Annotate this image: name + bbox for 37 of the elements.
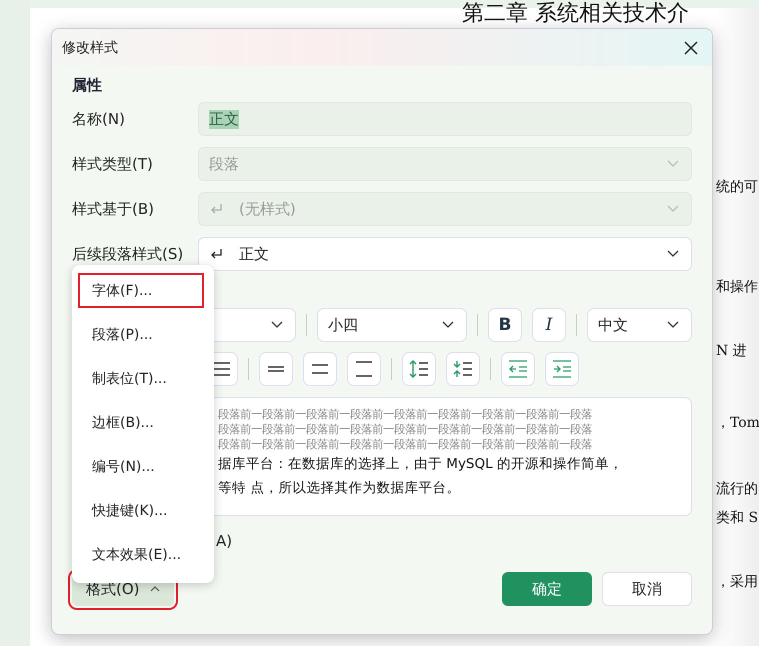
menu-item[interactable]: 文本效果(E)... [78, 537, 204, 572]
field-value: 正文 [209, 110, 239, 128]
document-text: 和操作 [716, 278, 759, 297]
italic-button[interactable]: I [532, 308, 566, 342]
document-text: ，采用 [716, 573, 759, 592]
font-size-dropdown[interactable]: 小四 [317, 308, 467, 342]
menu-item[interactable]: 编号(N)... [78, 449, 204, 484]
window-title: 修改样式 [62, 38, 119, 56]
preview-text: 段落前一段落前一段落前一段落前一段落前一段落前一段落前一段落前一段落 [218, 407, 593, 422]
field-value: (无样式) [239, 200, 297, 218]
menu-item[interactable]: 边框(B)... [78, 405, 204, 440]
cancel-button[interactable]: 取消 [602, 572, 692, 606]
document-text: 流行的 [716, 480, 759, 499]
field-label: 后续段落样式(S) [72, 244, 184, 264]
menu-item[interactable]: 制表位(T)... [78, 361, 204, 396]
document-text: 统的可 [716, 178, 759, 197]
ok-button[interactable]: 确定 [502, 572, 592, 606]
menu-item[interactable]: 字体(F)... [78, 273, 204, 308]
field-label: 样式基于(B) [72, 200, 155, 218]
preview-text: 段落前一段落前一段落前一段落前一段落前一段落前一段落前一段落前一段落 [218, 422, 593, 437]
field-label: 样式类型(T) [72, 154, 154, 174]
bold-button[interactable]: B [488, 308, 522, 342]
document-heading: 第二章 系统相关技术介 [462, 0, 690, 28]
field-value: 正文 [239, 244, 270, 264]
style-dropdown[interactable]: 正文 [198, 237, 692, 271]
preview-text: 据库平台：在数据库的选择上，由于 MySQL 的开源和操作简单， [218, 455, 624, 474]
field-value: 段落 [209, 154, 240, 174]
checkbox-label: A) [216, 532, 232, 550]
menu-item[interactable]: 段落(P)... [78, 317, 204, 352]
section-title: 属性 [72, 76, 103, 96]
preview-text: 段落前一段落前一段落前一段落前一段落前一段落前一段落前一段落前一段落 [218, 437, 593, 452]
preview-text: 等特 点，所以选择其作为数据库平台。 [218, 479, 462, 498]
field-label: 名称(N) [72, 110, 126, 128]
language-dropdown[interactable]: 中文 [587, 308, 692, 342]
document-text: 类和 S [716, 509, 759, 528]
document-text: N 进 [716, 342, 748, 361]
menu-item[interactable]: 快捷键(K)... [78, 493, 204, 528]
